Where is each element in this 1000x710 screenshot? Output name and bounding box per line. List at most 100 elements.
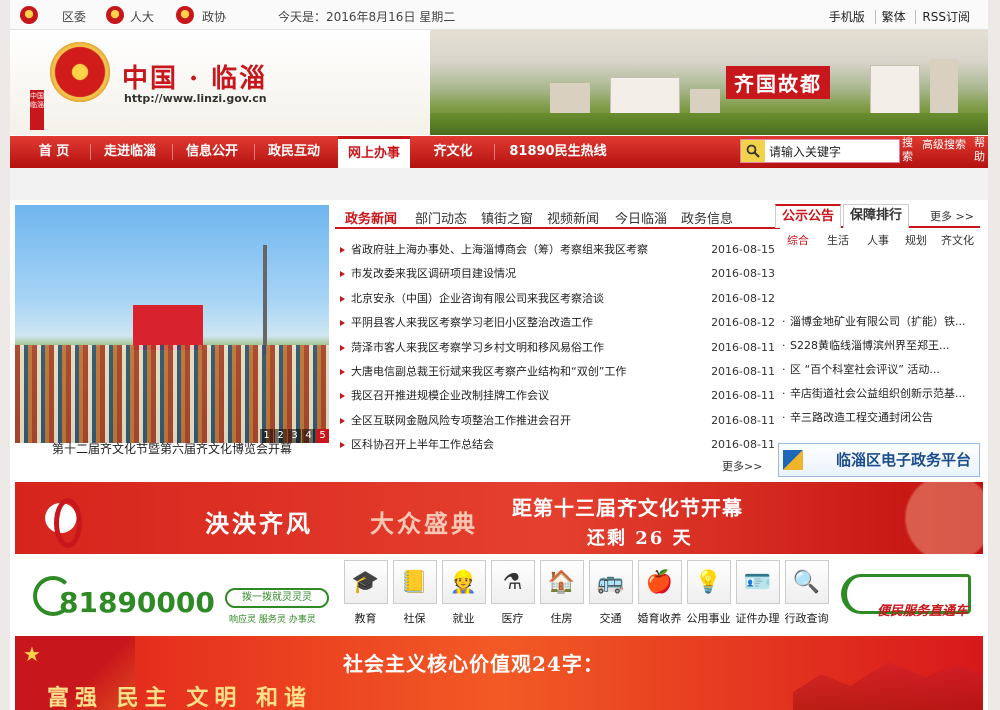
party-emblem-icon (20, 6, 38, 24)
news-item[interactable]: 北京安永（中国）企业咨询有限公司来我区考察洽谈 2016-08-12 (335, 287, 775, 311)
search-box (740, 139, 900, 163)
news-title[interactable]: 平阴县客人来我区考察学习老旧小区整治改造工作 (351, 311, 593, 335)
flask-icon: ⚗ (490, 560, 535, 604)
hotline-bubble: 拨一拨就灵灵灵 (225, 588, 329, 608)
tab-today[interactable]: 今日临淄 (615, 208, 667, 227)
news-list: 省政府驻上海办事处、上海淄博商会（筹）考察组来我区考察 2016-08-15 市发… (335, 238, 775, 458)
cppcc-emblem-icon (176, 6, 194, 24)
news-item[interactable]: 菏泽市客人来我区考察学习乡村文明和移风易俗工作 2016-08-11 (335, 336, 775, 360)
nav-online-service[interactable]: 网上办事 (338, 136, 410, 168)
site-url: http://www.linzi.gov.cn (124, 92, 267, 105)
news-item[interactable]: 全区互联网金融风险专项整治工作推进会召开 2016-08-11 (335, 409, 775, 433)
service-admin-query[interactable]: 🔍 行政查询 (782, 560, 831, 626)
search-button[interactable]: 搜索 (902, 136, 914, 164)
apple-icon: 🍎 (637, 560, 682, 604)
nav-qi-culture[interactable]: 齐文化 (418, 136, 488, 168)
news-date: 2016-08-11 (711, 438, 775, 452)
news-date: 2016-08-12 (711, 291, 775, 305)
nav-interaction[interactable]: 政民互动 (256, 136, 332, 168)
service-transport[interactable]: 🚌 交通 (586, 560, 635, 626)
cat-planning[interactable]: 规划 (905, 232, 927, 248)
vertical-tag: 中国临淄 (30, 90, 44, 130)
service-medical[interactable]: ⚗ 医疗 (488, 560, 537, 626)
tab-guarantee-rank[interactable]: 保障排行 (843, 204, 910, 228)
link-rss[interactable]: RSS订阅 (915, 10, 976, 24)
cat-qi-culture[interactable]: 齐文化 (941, 232, 974, 248)
news-item[interactable]: 省政府驻上海办事处、上海淄博商会（筹）考察组来我区考察 2016-08-15 (335, 238, 775, 262)
notice-item[interactable]: 辛店街道社会公益组织创新示范基... (780, 382, 980, 406)
news-title[interactable]: 市发改委来我区调研项目建设情况 (351, 262, 516, 286)
tab-gov-info[interactable]: 政务信息 (681, 208, 733, 227)
link-mobile[interactable]: 手机版 (823, 10, 871, 24)
service-utilities[interactable]: 💡 公用事业 (684, 560, 733, 626)
news-title[interactable]: 全区互联网金融风险专项整治工作推进会召开 (351, 409, 571, 433)
cat-personnel[interactable]: 人事 (867, 232, 889, 248)
cat-life[interactable]: 生活 (827, 232, 849, 248)
news-title[interactable]: 区科协召开上半年工作总结会 (351, 433, 494, 457)
great-wall-icon (793, 662, 983, 710)
tab-gov-news[interactable]: 政务新闻 (345, 208, 397, 227)
notice-item[interactable]: 淄博金地矿业有限公司（扩能）铁... (780, 310, 980, 334)
magnifier-icon: 🔍 (784, 560, 829, 604)
search-input[interactable] (765, 141, 895, 161)
nav-info-public[interactable]: 信息公开 (174, 136, 250, 168)
help-link[interactable]: 帮助 (974, 136, 986, 164)
nav-hotline[interactable]: 81890民生热线 (498, 136, 618, 168)
festival-slogan-2: 大众盛典 (370, 509, 478, 538)
link-district-committee[interactable]: 区委 (62, 8, 86, 25)
egov-platform-banner[interactable]: 临淄区电子政务平台 (778, 443, 980, 477)
service-housing[interactable]: 🏠 住房 (537, 560, 586, 626)
search-icon[interactable] (741, 140, 765, 162)
star-icon: ★ (23, 642, 41, 666)
notice-item[interactable]: 区 “百个科室社会评议” 活动... (780, 358, 980, 382)
news-title[interactable]: 我区召开推进规模企业改制挂牌工作会议 (351, 384, 549, 408)
link-cppcc[interactable]: 政协 (202, 8, 226, 25)
news-date: 2016-08-11 (711, 389, 775, 403)
service-employment[interactable]: 👷 就业 (439, 560, 488, 626)
link-traditional[interactable]: 繁体 (874, 10, 912, 24)
nav-about[interactable]: 走进临淄 (92, 136, 168, 168)
news-title[interactable]: 省政府驻上海办事处、上海淄博商会（筹）考察组来我区考察 (351, 238, 648, 262)
news-title[interactable]: 菏泽市客人来我区考察学习乡村文明和移风易俗工作 (351, 336, 604, 360)
news-date: 2016-08-13 (711, 267, 775, 281)
tab-town-news[interactable]: 镇街之窗 (481, 208, 533, 227)
link-npc[interactable]: 人大 (130, 8, 154, 25)
notice-more-link[interactable]: 更多 >> (930, 208, 974, 224)
convenience-express-banner[interactable]: 便民服务直通车 (841, 570, 979, 620)
news-slider[interactable]: 1 2 3 4 5 (15, 205, 329, 443)
news-title[interactable]: 北京安永（中国）企业咨询有限公司来我区考察洽谈 (351, 287, 604, 311)
hotline-banner[interactable]: 81890000 拨一拨就灵灵灵 响应灵 服务灵 办事灵 (29, 562, 335, 626)
news-item[interactable]: 区科协召开上半年工作总结会 2016-08-11 (335, 433, 775, 457)
nav-home[interactable]: 首 页 (22, 136, 86, 168)
slider-caption[interactable]: 第十二届齐文化节暨第六届齐文化博览会开幕 (15, 440, 329, 457)
service-education[interactable]: 🎓 教育 (341, 560, 390, 626)
festival-logo-icon (40, 488, 92, 548)
tab-dept-news[interactable]: 部门动态 (415, 208, 467, 227)
national-emblem-icon (50, 42, 110, 102)
advanced-search-link[interactable]: 高级搜索 (922, 138, 966, 152)
id-card-icon: 🪪 (735, 560, 780, 604)
page: 区委 人大 政协 今天是：2016年8月16日 星期二 手机版 繁体 RSS订阅… (10, 0, 988, 710)
header: 中国临淄 中国 · 临淄 http://www.linzi.gov.cn 齐国故… (10, 30, 988, 135)
tab-video-news[interactable]: 视频新闻 (547, 208, 599, 227)
news-more-link[interactable]: 更多>> (722, 458, 762, 474)
tab-notices[interactable]: 公示公告 (775, 204, 842, 228)
core-values-banner[interactable]: ★ 社会主义核心价值观24字： 富强 民主 文明 和谐 (15, 636, 983, 710)
service-marriage-adoption[interactable]: 🍎 婚育收养 (635, 560, 684, 626)
site-title[interactable]: 中国 · 临淄 (122, 58, 267, 95)
bus-icon: 🚌 (588, 560, 633, 604)
news-item[interactable]: 市发改委来我区调研项目建设情况 2016-08-13 (335, 262, 775, 286)
festival-countdown-banner[interactable]: 泱泱齐风 大众盛典 距第十三届齐文化节开幕 还剩 26 天 (15, 482, 983, 554)
news-item[interactable]: 平阴县客人来我区考察学习老旧小区整治改造工作 2016-08-12 (335, 311, 775, 335)
news-tabs: 政务新闻 部门动态 镇街之窗 视频新闻 今日临淄 政务信息 (335, 205, 780, 229)
service-social-security[interactable]: 📒 社保 (390, 560, 439, 626)
service-certificates[interactable]: 🪪 证件办理 (733, 560, 782, 626)
cat-general[interactable]: 综合 (787, 232, 809, 248)
notebook-icon: 📒 (392, 560, 437, 604)
news-date: 2016-08-12 (711, 316, 775, 330)
news-item[interactable]: 我区召开推进规模企业改制挂牌工作会议 2016-08-11 (335, 384, 775, 408)
news-title[interactable]: 大唐电信副总裁王衍斌来我区考察产业结构和“双创”工作 (351, 360, 626, 384)
notice-item[interactable]: S228黄临线淄博滨州界至郑王... (780, 334, 980, 358)
notice-item[interactable]: 辛三路改造工程交通封闭公告 (780, 406, 980, 430)
news-item[interactable]: 大唐电信副总裁王衍斌来我区考察产业结构和“双创”工作 2016-08-11 (335, 360, 775, 384)
